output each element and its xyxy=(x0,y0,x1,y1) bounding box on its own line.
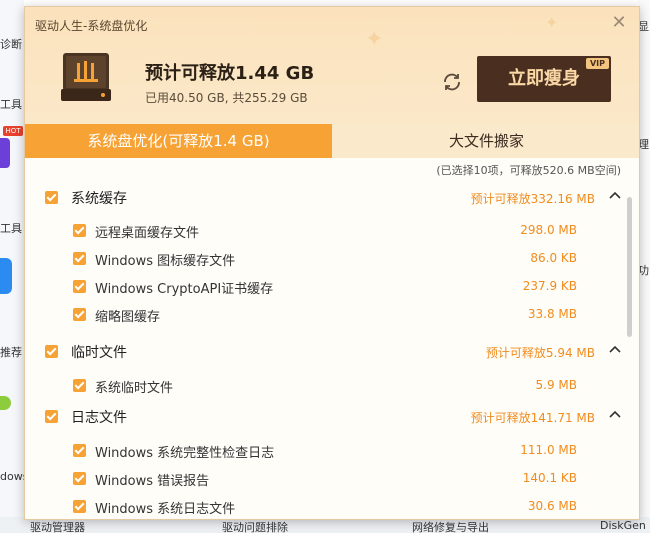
selection-summary: (已选择10项，可释放520.6 MB空间) xyxy=(436,164,621,177)
checkbox-checked-icon[interactable] xyxy=(73,252,86,265)
list-item[interactable]: Windows 系统完整性检查日志 111.0 MB xyxy=(25,436,625,464)
checkbox-checked-icon[interactable] xyxy=(45,191,58,204)
item-size: 140.1 KB xyxy=(522,471,577,485)
item-label: Windows 错误报告 xyxy=(95,474,210,489)
slim-now-button[interactable]: 立即瘦身 VIP xyxy=(477,56,611,102)
group-estimate: 预计可释放141.71 MB xyxy=(470,411,595,425)
bg-text: 工具 xyxy=(0,98,22,111)
item-label: Windows 系统完整性检查日志 xyxy=(95,446,275,461)
bg-text: DiskGen xyxy=(600,519,646,532)
bg-text: 工具 xyxy=(0,222,22,235)
dialog-header: ✦ ✦ 驱动人生-系统盘优化 ✕ 预计可释放1.44 GB 已用40.50 GB… xyxy=(25,7,639,125)
item-size: 298.0 MB xyxy=(520,223,577,237)
group-row-temp-files[interactable]: 临时文件 预计可释放5.94 MB xyxy=(25,337,625,365)
group-row-system-cache[interactable]: 系统缓存 预计可释放332.16 MB xyxy=(25,183,625,211)
checkbox-checked-icon[interactable] xyxy=(73,280,86,293)
list-item[interactable]: Windows CryptoAPI证书缓存 237.9 KB xyxy=(25,272,625,300)
bg-text: 推荐 xyxy=(0,346,22,359)
checkbox-checked-icon[interactable] xyxy=(73,472,86,485)
chevron-up-icon[interactable] xyxy=(607,406,623,422)
tab-system-disk-optimize[interactable]: 系统盘优化(可释放1.4 GB) xyxy=(25,124,332,158)
bg-text: 诊断 xyxy=(0,38,22,51)
close-icon[interactable]: ✕ xyxy=(609,13,629,33)
dialog-title: 驱动人生-系统盘优化 xyxy=(35,19,148,33)
refresh-icon[interactable] xyxy=(441,71,463,93)
item-size: 111.0 MB xyxy=(520,443,577,457)
chevron-up-icon[interactable] xyxy=(607,341,623,357)
item-size: 5.9 MB xyxy=(535,378,577,392)
bg-app-icon xyxy=(0,138,10,168)
chevron-up-icon[interactable] xyxy=(607,187,623,203)
list-item[interactable]: 系统临时文件 5.9 MB xyxy=(25,371,625,399)
hot-badge: HOT xyxy=(3,126,23,136)
group-label: 临时文件 xyxy=(71,345,127,361)
checkbox-checked-icon[interactable] xyxy=(73,379,86,392)
checkbox-checked-icon[interactable] xyxy=(45,410,58,423)
item-label: 远程桌面缓存文件 xyxy=(95,226,200,241)
checkbox-checked-icon[interactable] xyxy=(45,345,58,358)
group-label: 日志文件 xyxy=(71,410,127,426)
checkbox-checked-icon[interactable] xyxy=(73,308,86,321)
item-label: Windows 系统日志文件 xyxy=(95,502,236,517)
bg-text: 网络修复与导出 xyxy=(412,521,489,533)
item-label: 系统临时文件 xyxy=(95,381,174,396)
release-estimate-headline: 预计可释放1.44 GB xyxy=(145,63,315,84)
item-size: 86.0 KB xyxy=(530,251,577,265)
list-item[interactable]: Windows 系统日志文件 30.6 MB xyxy=(25,492,625,519)
bg-text: 驱动管理器 xyxy=(30,521,85,533)
group-row-log-files[interactable]: 日志文件 预计可释放141.71 MB xyxy=(25,402,625,430)
item-label: 缩略图缓存 xyxy=(95,310,161,325)
checkbox-checked-icon[interactable] xyxy=(73,224,86,237)
group-label: 系统缓存 xyxy=(71,191,127,207)
tab-bar: 系统盘优化(可释放1.4 GB) 大文件搬家 xyxy=(25,124,639,158)
system-disk-optimize-dialog: ✦ ✦ 驱动人生-系统盘优化 ✕ 预计可释放1.44 GB 已用40.50 GB… xyxy=(24,6,640,520)
list-item[interactable]: 远程桌面缓存文件 298.0 MB xyxy=(25,216,625,244)
decoration-star: ✦ xyxy=(545,13,559,32)
list-item[interactable]: Windows 图标缓存文件 86.0 KB xyxy=(25,244,625,272)
cleanup-list: 系统缓存 预计可释放332.16 MB 远程桌面缓存文件 298.0 MB Wi… xyxy=(25,179,639,519)
list-item[interactable]: Windows 错误报告 140.1 KB xyxy=(25,464,625,492)
hard-disk-icon xyxy=(61,53,111,101)
slim-now-label: 立即瘦身 xyxy=(508,68,580,89)
group-estimate: 预计可释放332.16 MB xyxy=(470,192,595,206)
item-size: 33.8 MB xyxy=(527,307,577,321)
disk-usage-text: 已用40.50 GB, 共255.29 GB xyxy=(145,91,308,105)
list-item[interactable]: 缩略图缓存 33.8 MB xyxy=(25,300,625,328)
decoration-star: ✦ xyxy=(365,27,384,52)
list-scrollbar[interactable] xyxy=(627,197,632,337)
checkbox-checked-icon[interactable] xyxy=(73,500,86,513)
group-estimate: 预计可释放5.94 MB xyxy=(485,346,595,360)
vip-badge: VIP xyxy=(585,58,609,69)
item-size: 237.9 KB xyxy=(522,279,577,293)
tab-large-file-move[interactable]: 大文件搬家 xyxy=(332,124,639,158)
checkbox-checked-icon[interactable] xyxy=(73,444,86,457)
bg-text: 驱动问题排除 xyxy=(222,521,288,533)
bg-app-icon xyxy=(0,258,12,294)
item-label: Windows 图标缓存文件 xyxy=(95,254,236,269)
item-size: 30.6 MB xyxy=(527,499,577,513)
item-label: Windows CryptoAPI证书缓存 xyxy=(95,282,274,297)
